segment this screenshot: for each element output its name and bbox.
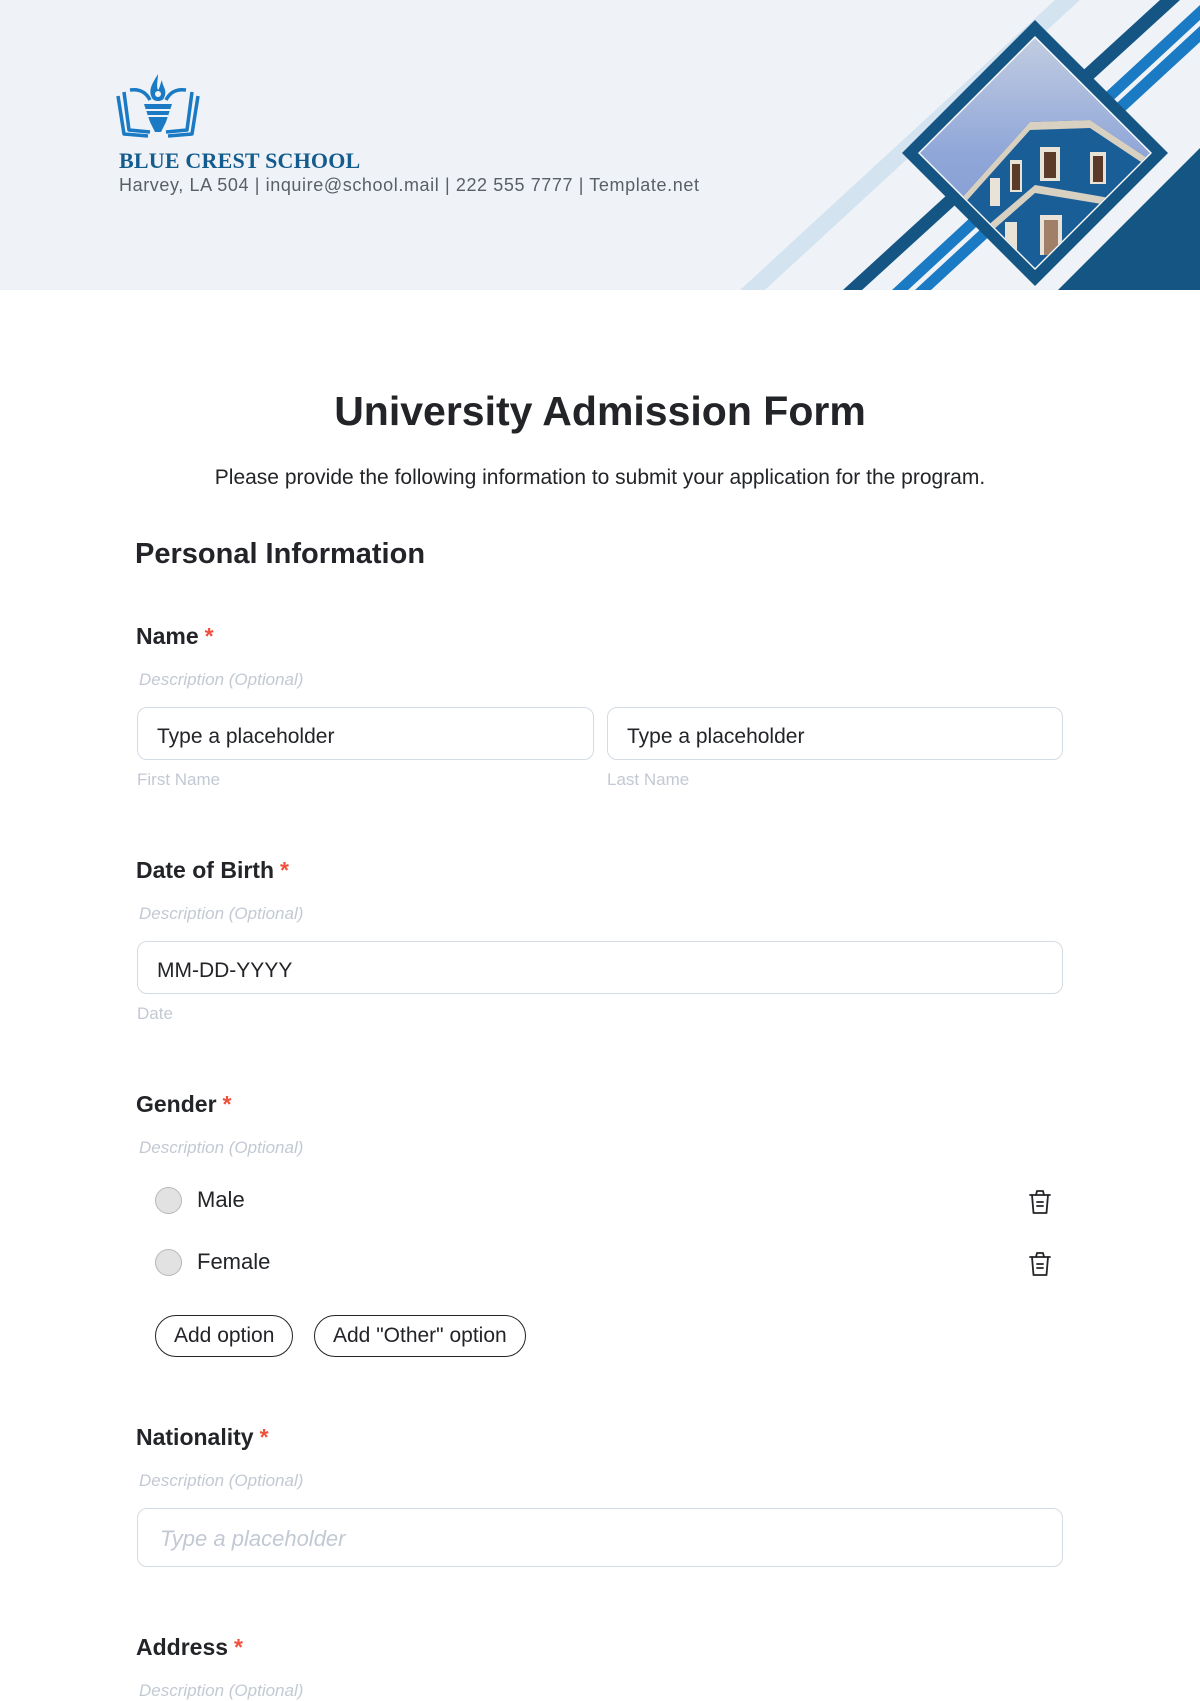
address-label-text: Address bbox=[136, 1634, 229, 1660]
option-label: Male bbox=[197, 1187, 245, 1212]
trash-icon[interactable] bbox=[1028, 1188, 1052, 1216]
gender-description[interactable]: Description (Optional) bbox=[139, 1138, 303, 1158]
address-description[interactable]: Description (Optional) bbox=[139, 1681, 303, 1701]
last-name-sublabel: Last Name bbox=[607, 770, 690, 789]
form-title: University Admission Form bbox=[334, 388, 866, 434]
dob-label-text: Date of Birth bbox=[136, 857, 274, 883]
nationality-label: Nationality * bbox=[136, 1424, 269, 1451]
school-name: BLUE CREST SCHOOL bbox=[119, 148, 361, 173]
last-name-input[interactable]: Type a placeholder bbox=[607, 707, 1063, 760]
dob-description[interactable]: Description (Optional) bbox=[139, 904, 303, 924]
form-subtitle: Please provide the following information… bbox=[214, 466, 986, 489]
header-banner: BLUE CREST SCHOOL Harvey, LA 504 | inqui… bbox=[0, 0, 1200, 290]
nationality-input[interactable]: Type a placeholder bbox=[137, 1508, 1063, 1567]
first-name-input[interactable]: Type a placeholder bbox=[137, 707, 594, 760]
school-contact-info: Harvey, LA 504 | inquire@school.mail | 2… bbox=[119, 175, 700, 195]
required-asterisk: * bbox=[280, 857, 289, 883]
required-asterisk: * bbox=[259, 1424, 269, 1450]
name-label-text: Name bbox=[136, 623, 199, 649]
gender-label: Gender * bbox=[136, 1091, 231, 1118]
nationality-label-text: Nationality bbox=[136, 1424, 254, 1450]
radio-button[interactable] bbox=[155, 1249, 182, 1276]
gender-label-text: Gender bbox=[136, 1091, 217, 1117]
address-label: Address * bbox=[136, 1634, 243, 1661]
add-option-button[interactable]: Add option bbox=[155, 1315, 294, 1357]
section-title-personal-information: Personal Information bbox=[135, 538, 426, 570]
required-asterisk: * bbox=[204, 623, 214, 649]
torch-book-logo-icon bbox=[116, 74, 200, 138]
header-decoration bbox=[740, 0, 1200, 290]
add-other-option-button[interactable]: Add "Other" option bbox=[314, 1315, 526, 1357]
dob-label: Date of Birth * bbox=[136, 857, 289, 884]
date-of-birth-input[interactable]: MM-DD-YYYY bbox=[137, 941, 1063, 994]
dob-sublabel: Date bbox=[137, 1004, 173, 1023]
first-name-sublabel: First Name bbox=[137, 770, 221, 789]
required-asterisk: * bbox=[234, 1634, 243, 1660]
radio-button[interactable] bbox=[155, 1187, 182, 1214]
required-asterisk: * bbox=[222, 1091, 232, 1117]
nationality-description[interactable]: Description (Optional) bbox=[139, 1471, 303, 1491]
name-description[interactable]: Description (Optional) bbox=[139, 670, 303, 690]
option-label: Female bbox=[197, 1249, 271, 1274]
trash-icon[interactable] bbox=[1028, 1250, 1052, 1278]
name-label: Name * bbox=[136, 623, 214, 650]
